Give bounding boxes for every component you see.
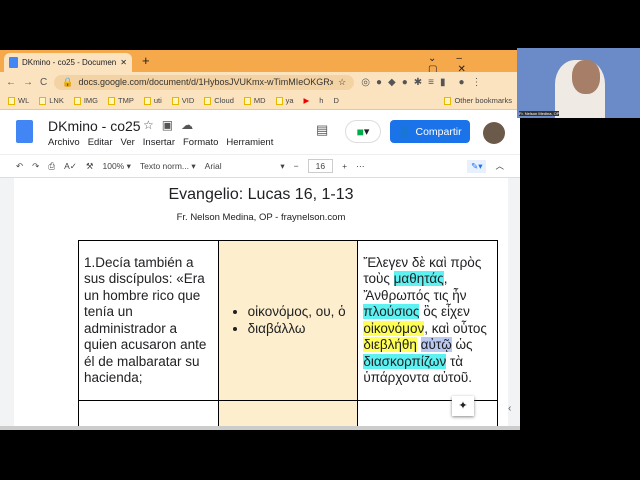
spanish-cell[interactable]: 1.Decía también a sus discípulos: «Era u… — [78, 240, 219, 401]
explore-button[interactable]: ✦ — [452, 396, 474, 416]
menu-insertar[interactable]: Insertar — [143, 137, 175, 148]
tab-bar: DKmino - co25 - Documentos de✕ + ⌄–▢✕ — [0, 50, 520, 75]
tab-document[interactable]: DKmino - co25 - Documentos de✕ — [4, 53, 132, 72]
editing-mode-icon[interactable]: ✎▾ — [467, 159, 487, 173]
font-select[interactable]: Arial ▾ — [205, 161, 285, 172]
bookmark[interactable]: Cloud — [204, 96, 234, 105]
vocab-item: οἰκονόμος, ου, ὁ — [248, 304, 353, 321]
document-subtitle: Fr. Nelson Medina, OP - fraynelson.com — [176, 212, 346, 223]
presenter-face — [572, 60, 600, 94]
menu-bar: Archivo Editar Ver Insertar Formato Herramien… — [48, 137, 273, 148]
share-button[interactable]: 👤 Compartir — [390, 120, 470, 143]
menu-icon[interactable]: ⋮ — [472, 77, 482, 88]
bookmark[interactable]: TMP — [108, 96, 134, 105]
style-select[interactable]: Texto norm... ▾ — [140, 161, 196, 172]
font-size-increase[interactable]: + — [342, 161, 347, 171]
bookmark[interactable]: ya — [275, 96, 294, 105]
greek-word: οἰκονόμον — [363, 320, 425, 336]
url-text: docs.google.com/document/d/1HybosJVUKmx-… — [78, 77, 334, 87]
reload-icon[interactable]: C — [40, 77, 47, 88]
bookmark[interactable]: D — [333, 96, 338, 105]
greek-word: διασκορπίζων — [363, 353, 447, 369]
print-icon[interactable]: ⎙ — [48, 161, 55, 172]
document-page[interactable]: Evangelio: Lucas 16, 1-13 Fr. Nelson Med… — [14, 178, 508, 430]
person-icon: 👤 — [398, 126, 412, 138]
bookmark[interactable]: IMG — [73, 96, 98, 105]
youtube-icon[interactable]: ▶ — [304, 96, 310, 105]
document-heading: Evangelio: Lucas 16, 1-13 — [168, 186, 354, 203]
menu-editar[interactable]: Editar — [88, 137, 113, 148]
comment-icon[interactable]: ▤ — [316, 122, 328, 138]
url-bar[interactable]: 🔒 docs.google.com/document/d/1HybosJVUKmx… — [54, 74, 355, 90]
menu-archivo[interactable]: Archivo — [48, 137, 80, 148]
font-size-decrease[interactable]: − — [294, 161, 299, 171]
back-icon[interactable]: ← — [6, 77, 16, 88]
browser-window: DKmino - co25 - Documentos de✕ + ⌄–▢✕ ← →… — [0, 50, 520, 430]
greek-word: ὡς — [451, 337, 473, 352]
menu-formato[interactable]: Formato — [183, 137, 218, 148]
forward-icon[interactable]: → — [23, 77, 33, 88]
undo-icon[interactable]: ↶ — [16, 161, 23, 172]
star-icon[interactable]: ☆ — [338, 77, 346, 88]
greek-word: αὐτῷ — [420, 337, 452, 352]
table-row: 1.Decía también a sus discípulos: «Era u… — [78, 240, 498, 401]
spellcheck-icon[interactable]: A✓ — [64, 161, 77, 172]
meet-button[interactable]: ■ ▾ — [345, 120, 381, 143]
close-tab-icon[interactable]: ✕ — [120, 58, 127, 67]
profile-icon[interactable]: ● — [458, 77, 464, 88]
bookmark[interactable]: WL — [8, 96, 29, 105]
formatting-toolbar: ↶ ↷ ⎙ A✓ ⚒ 100% ▾ Texto norm... ▾ Arial ▾ − 1… — [0, 154, 520, 178]
bookmark[interactable]: uti — [143, 96, 162, 105]
greek-word: ὃς εἶχεν — [419, 304, 470, 319]
greek-cell[interactable]: Ἔλεγεν δὲ καὶ πρὸς τοὺς μαθητάς, Ἄνθρωπό… — [357, 240, 498, 401]
docs-header: DKmino - co25 ☆▣☁ Archivo Editar Ver Insert… — [0, 110, 520, 154]
more-icon[interactable]: ⋯ — [356, 161, 365, 172]
collapse-icon[interactable]: ︿ — [495, 160, 504, 172]
avatar[interactable] — [483, 122, 505, 144]
new-tab-button[interactable]: + — [142, 53, 150, 68]
greek-word: , καὶ οὗτος — [424, 320, 487, 336]
bookmark[interactable]: LNK — [39, 96, 64, 105]
bookmark-other[interactable]: Other bookmarks — [444, 96, 512, 105]
side-panel-toggle[interactable]: ‹ — [508, 403, 511, 414]
extensions-icons[interactable]: ◎●◆●✱≡▮ — [361, 77, 451, 88]
menu-ver[interactable]: Ver — [121, 137, 135, 148]
lock-icon: 🔒 — [62, 76, 74, 87]
google-docs-logo[interactable] — [16, 120, 33, 143]
bookmark[interactable]: MD — [243, 96, 266, 105]
tab-title: DKmino - co25 - Documentos de — [22, 58, 117, 67]
verse-table: 1.Decía también a sus discípulos: «Era u… — [78, 240, 498, 430]
greek-word: πλούσιος — [363, 304, 420, 319]
document-canvas: Evangelio: Lucas 16, 1-13 Fr. Nelson Med… — [0, 178, 520, 430]
docs-icon — [9, 57, 18, 68]
greek-word: μαθητάς — [393, 271, 444, 286]
bookmarks-bar: WL LNK IMG TMP uti VID Cloud MD ya ▶ h D… — [0, 92, 520, 110]
redo-icon[interactable]: ↷ — [32, 161, 39, 172]
horizontal-scrollbar[interactable] — [0, 426, 520, 430]
bookmark[interactable]: h — [319, 96, 323, 105]
menu-herramientas[interactable]: Herramient — [226, 137, 273, 148]
meet-icon: ■ — [356, 124, 364, 139]
name-tag: Fr. Nelson Medina, OP — [519, 111, 560, 116]
greek-word: διεβλήθη — [363, 337, 417, 352]
vocab-item: διαβάλλω — [248, 321, 353, 338]
document-title[interactable]: DKmino - co25 — [48, 118, 141, 134]
bookmark[interactable]: VID — [171, 96, 194, 105]
zoom-select[interactable]: 100% ▾ — [102, 161, 130, 172]
address-toolbar: ← → C 🔒 docs.google.com/document/d/1HybosJV… — [0, 72, 520, 92]
webcam-video: Fr. Nelson Medina, OP — [517, 48, 640, 118]
star-move-cloud-icons[interactable]: ☆▣☁ — [143, 118, 201, 132]
share-label: Compartir — [415, 125, 462, 138]
font-size-input[interactable]: 16 — [307, 159, 334, 173]
paint-format-icon[interactable]: ⚒ — [86, 161, 94, 172]
vocab-cell[interactable]: οἰκονόμος, ου, ὁδιαβάλλω — [217, 240, 359, 401]
